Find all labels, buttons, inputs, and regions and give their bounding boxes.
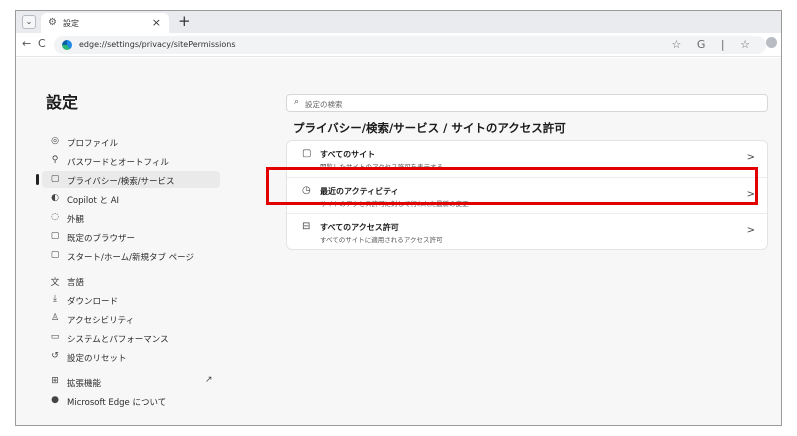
sidebar-item-privacy[interactable]: ▢ プライバシー/検索/サービス	[36, 171, 220, 188]
browser-icon: ▢	[50, 231, 60, 241]
language-icon: 文	[50, 278, 60, 288]
settings-main: ⌕ 設定の検索 プライバシー/検索/サービス / サイトのアクセス許可 ▢ すべ…	[286, 58, 771, 425]
sidebar-item-label: プロファイル	[67, 139, 119, 149]
sidebar-item-default-browser[interactable]: ▢ 既定のブラウザー	[42, 228, 232, 245]
tab-strip: ⌄ ⚙ 設定 × +	[16, 11, 781, 33]
copilot-icon: ◐	[51, 193, 59, 203]
row-title: すべてのサイト	[320, 150, 376, 159]
row-recent-activity[interactable]: ◷ 最近のアクティビティ サイトのアクセス許可に対して行われた最新の変更 >	[287, 177, 767, 213]
sidebar-item-copilot[interactable]: ◐ Copilot と AI	[42, 190, 232, 207]
tab-title: 設定	[63, 19, 79, 28]
sidebar-item-extensions[interactable]: ⊞ 拡張機能 ↗	[42, 373, 232, 390]
gear-icon: ⚙	[48, 17, 57, 28]
sidebar-item-start-home[interactable]: ▢ スタート/ホーム/新規タブ ページ	[42, 247, 232, 264]
address-toolbar: ← C edge://settings/privacy/sitePermissi…	[16, 33, 781, 57]
sidebar-item-label: 拡張機能	[67, 379, 102, 389]
home-icon: ▢	[50, 250, 60, 260]
settings-menu: ◎ プロファイル ⚲ パスワードとオートフィル ▢ プライバシー/検索/サービス…	[36, 133, 232, 411]
settings-page: 設定 ◎ プロファイル ⚲ パスワードとオートフィル ▢ プライバシー/検索/サ…	[16, 58, 781, 425]
sidebar-item-about[interactable]: ● Microsoft Edge について	[42, 392, 232, 409]
reset-icon: ↺	[51, 351, 59, 361]
accessibility-icon: ♙	[50, 313, 60, 323]
row-title: 最近のアクティビティ	[320, 187, 399, 196]
edge-site-icon	[62, 40, 72, 50]
sidebar-item-label: ダウンロード	[67, 297, 119, 307]
sidebar-item-downloads[interactable]: ⤓ ダウンロード	[42, 291, 232, 308]
close-tab-button[interactable]: ×	[152, 16, 161, 29]
new-tab-button[interactable]: +	[178, 12, 191, 30]
tab-actions-dropdown[interactable]: ⌄	[22, 15, 36, 29]
sidebar-item-label: アクセシビリティ	[67, 316, 135, 326]
sidebar-item-profiles[interactable]: ◎ プロファイル	[42, 133, 232, 150]
sidebar-item-system[interactable]: ▭ システムとパフォーマンス	[42, 329, 232, 346]
chevron-right-icon: >	[746, 225, 755, 236]
profile-icon: ◎	[51, 136, 59, 146]
sidebar-item-appearance[interactable]: ◌ 外観	[42, 209, 232, 226]
sidebar-item-label: Copilot と AI	[67, 196, 120, 206]
search-icon: ⌕	[294, 97, 300, 107]
row-title: すべてのアクセス許可	[320, 223, 399, 232]
row-subtitle: 閲覧したサイトのアクセス許可を表示する	[320, 163, 444, 171]
sidebar-item-label: 設定のリセット	[67, 354, 127, 364]
sidebar-item-reset[interactable]: ↺ 設定のリセット	[42, 348, 232, 365]
system-icon: ▭	[50, 332, 60, 342]
lock-icon: ▢	[50, 174, 60, 184]
sidebar-item-label: スタート/ホーム/新規タブ ページ	[67, 253, 195, 263]
profile-avatar[interactable]	[766, 37, 777, 48]
sidebar-item-label: 外観	[67, 215, 85, 225]
clock-icon: ◷	[302, 185, 311, 196]
search-placeholder: 設定の検索	[305, 100, 343, 109]
sidebar-item-accessibility[interactable]: ♙ アクセシビリティ	[42, 310, 232, 327]
row-all-permissions[interactable]: ⊟ すべてのアクセス許可 すべてのサイトに適用されるアクセス許可 >	[287, 213, 767, 249]
sidebar-item-label: 言語	[67, 278, 85, 288]
row-subtitle: すべてのサイトに適用されるアクセス許可	[320, 236, 443, 244]
sidebar-item-label: パスワードとオートフィル	[67, 158, 169, 168]
reload-button[interactable]: C	[38, 37, 46, 50]
url-text[interactable]: edge://settings/privacy/sitePermissions	[79, 40, 236, 49]
key-icon: ⚲	[51, 155, 59, 165]
tab-settings[interactable]: ⚙ 設定 ×	[41, 13, 169, 33]
sidebar-item-languages[interactable]: 文 言語	[42, 272, 232, 289]
browser-window: ⌄ ⚙ 設定 × + ← C edge://settings/privacy/s…	[15, 10, 782, 426]
edge-icon: ●	[51, 395, 59, 405]
sidebar-item-passwords[interactable]: ⚲ パスワードとオートフィル	[42, 152, 232, 169]
page-title: プライバシー/検索/サービス / サイトのアクセス許可	[293, 121, 566, 135]
appearance-icon: ◌	[51, 212, 59, 222]
settings-sidebar: 設定 ◎ プロファイル ⚲ パスワードとオートフィル ▢ プライバシー/検索/サ…	[16, 58, 236, 425]
back-button[interactable]: ←	[22, 37, 31, 50]
sidebar-item-label: Microsoft Edge について	[67, 398, 167, 408]
sidebar-item-label: システムとパフォーマンス	[67, 335, 169, 345]
sidebar-item-label: 既定のブラウザー	[67, 234, 136, 244]
permissions-card: ▢ すべてのサイト 閲覧したサイトのアクセス許可を表示する > ◷ 最近のアクテ…	[286, 140, 768, 250]
settings-title: 設定	[46, 93, 79, 112]
sidebar-item-label: プライバシー/検索/サービス	[67, 177, 175, 187]
extensions-icon: ⊞	[51, 376, 59, 386]
row-subtitle: サイトのアクセス許可に対して行われた最新の変更	[320, 200, 469, 208]
window-icon: ▢	[302, 148, 312, 159]
permissions-icon: ⊟	[302, 221, 311, 232]
chevron-right-icon: >	[746, 189, 755, 200]
row-all-sites[interactable]: ▢ すべてのサイト 閲覧したサイトのアクセス許可を表示する >	[287, 141, 767, 177]
search-input[interactable]: ⌕ 設定の検索	[286, 94, 768, 112]
address-bar[interactable]: edge://settings/privacy/sitePermissions …	[54, 36, 766, 54]
download-icon: ⤓	[53, 294, 57, 304]
chevron-right-icon: >	[746, 152, 755, 163]
external-link-icon: ↗	[205, 375, 213, 385]
toolbar-icons[interactable]: ☆ G | ☆	[672, 38, 756, 51]
